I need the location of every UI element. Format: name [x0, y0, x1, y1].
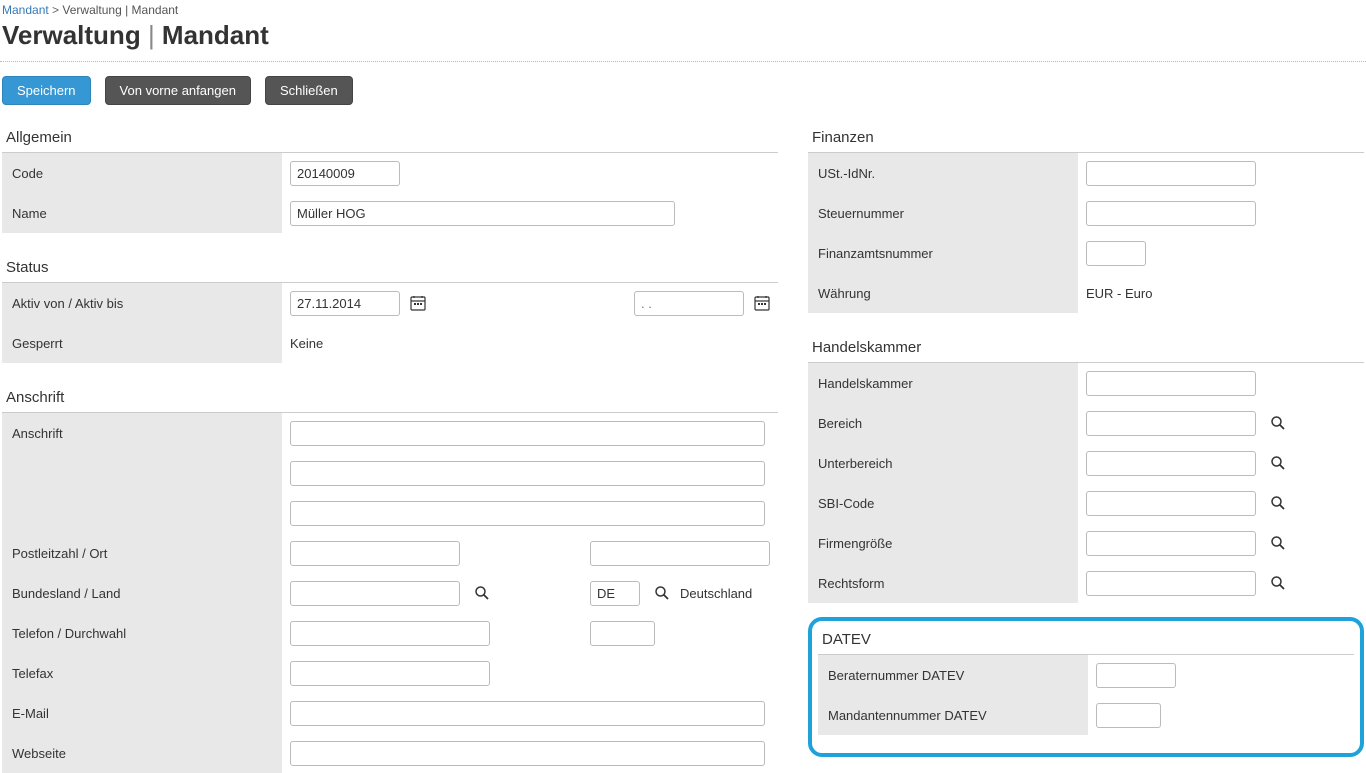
label-aktiv: Aktiv von / Aktiv bis	[2, 283, 282, 323]
search-icon[interactable]	[474, 585, 490, 601]
ort-input[interactable]	[590, 541, 770, 566]
label-name: Name	[2, 193, 282, 233]
label-webseite: Webseite	[2, 733, 282, 773]
anschrift-input-3[interactable]	[290, 501, 765, 526]
label-bundesland: Bundesland / Land	[2, 573, 282, 613]
finanzamt-input[interactable]	[1086, 241, 1146, 266]
bundesland-input[interactable]	[290, 581, 460, 606]
search-icon[interactable]	[1270, 495, 1286, 511]
steuernummer-input[interactable]	[1086, 201, 1256, 226]
page-title-part1: Verwaltung	[2, 20, 141, 50]
section-finanzen: Finanzen	[808, 123, 1364, 153]
label-unterbereich: Unterbereich	[808, 443, 1078, 483]
label-sbi: SBI-Code	[808, 483, 1078, 523]
label-firmengroesse: Firmengröße	[808, 523, 1078, 563]
page-title-divider: |	[148, 20, 162, 50]
section-datev: DATEV	[818, 625, 1354, 655]
datev-highlight-box: DATEV Beraternummer DATEV Mandantennumme…	[808, 617, 1364, 757]
label-email: E-Mail	[2, 693, 282, 733]
label-ustid: USt.-IdNr.	[808, 153, 1078, 193]
label-filler	[2, 453, 282, 493]
beraternummer-input[interactable]	[1096, 663, 1176, 688]
bereich-input[interactable]	[1086, 411, 1256, 436]
search-icon[interactable]	[1270, 415, 1286, 431]
label-telefax: Telefax	[2, 653, 282, 693]
handelskammer-input[interactable]	[1086, 371, 1256, 396]
anschrift-input-1[interactable]	[290, 421, 765, 446]
anschrift-input-2[interactable]	[290, 461, 765, 486]
rechtsform-input[interactable]	[1086, 571, 1256, 596]
label-gesperrt: Gesperrt	[2, 323, 282, 363]
breadcrumb: Mandant > Verwaltung | Mandant	[0, 0, 1366, 20]
code-input[interactable]	[290, 161, 400, 186]
section-allgemein: Allgemein	[2, 123, 778, 153]
label-plzort: Postleitzahl / Ort	[2, 533, 282, 573]
label-bereich: Bereich	[808, 403, 1078, 443]
telefax-input[interactable]	[290, 661, 490, 686]
label-code: Code	[2, 153, 282, 193]
telefon-input[interactable]	[290, 621, 490, 646]
restart-button[interactable]: Von vorne anfangen	[105, 76, 251, 105]
label-mandantennr: Mandantennummer DATEV	[818, 695, 1088, 735]
aktiv-von-input[interactable]	[290, 291, 400, 316]
mandantennummer-input[interactable]	[1096, 703, 1161, 728]
section-status: Status	[2, 253, 778, 283]
calendar-icon[interactable]	[410, 295, 426, 311]
search-icon[interactable]	[1270, 535, 1286, 551]
label-handelskammer: Handelskammer	[808, 363, 1078, 403]
toolbar: Speichern Von vorne anfangen Schließen	[0, 62, 1366, 119]
label-finanzamt: Finanzamtsnummer	[808, 233, 1078, 273]
label-telefon: Telefon / Durchwahl	[2, 613, 282, 653]
search-icon[interactable]	[654, 585, 670, 601]
gesperrt-value: Keine	[290, 336, 323, 351]
breadcrumb-current: Verwaltung | Mandant	[62, 3, 178, 17]
ustid-input[interactable]	[1086, 161, 1256, 186]
name-input[interactable]	[290, 201, 675, 226]
aktiv-bis-input[interactable]	[634, 291, 744, 316]
label-steuernummer: Steuernummer	[808, 193, 1078, 233]
webseite-input[interactable]	[290, 741, 765, 766]
label-waehrung: Währung	[808, 273, 1078, 313]
plz-input[interactable]	[290, 541, 460, 566]
firmengroesse-input[interactable]	[1086, 531, 1256, 556]
section-anschrift: Anschrift	[2, 383, 778, 413]
save-button[interactable]: Speichern	[2, 76, 91, 105]
label-berater: Beraternummer DATEV	[818, 655, 1088, 695]
email-input[interactable]	[290, 701, 765, 726]
land-name: Deutschland	[680, 586, 752, 601]
page-title: Verwaltung | Mandant	[0, 20, 1366, 62]
section-handelskammer: Handelskammer	[808, 333, 1364, 363]
search-icon[interactable]	[1270, 455, 1286, 471]
sbi-input[interactable]	[1086, 491, 1256, 516]
waehrung-value: EUR - Euro	[1086, 286, 1152, 301]
close-button[interactable]: Schließen	[265, 76, 353, 105]
label-rechtsform: Rechtsform	[808, 563, 1078, 603]
page-title-part2: Mandant	[162, 20, 269, 50]
search-icon[interactable]	[1270, 575, 1286, 591]
label-filler	[2, 493, 282, 533]
unterbereich-input[interactable]	[1086, 451, 1256, 476]
durchwahl-input[interactable]	[590, 621, 655, 646]
calendar-icon[interactable]	[754, 295, 770, 311]
land-code-input[interactable]	[590, 581, 640, 606]
breadcrumb-root-link[interactable]: Mandant	[2, 3, 49, 17]
breadcrumb-separator: >	[52, 3, 62, 17]
label-anschrift: Anschrift	[2, 413, 282, 453]
